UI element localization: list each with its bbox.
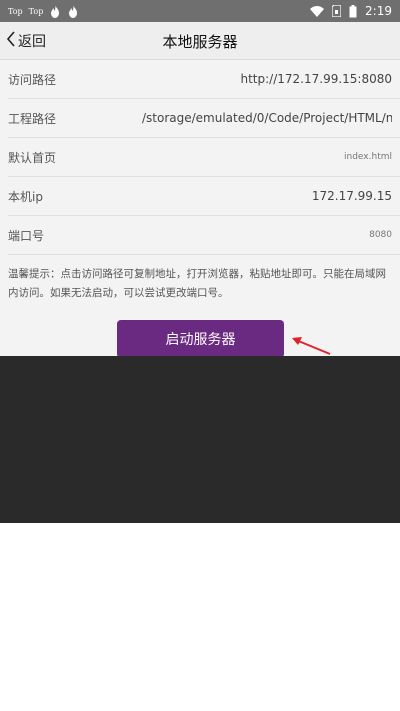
server-info-list: 访问路径 http://172.17.99.15:8080 工程路径 /stor… <box>0 60 400 255</box>
status-tag: Top <box>28 6 44 16</box>
start-server-button[interactable]: 启动服务器 <box>117 320 284 358</box>
status-bar: Top Top 2:19 <box>0 0 400 22</box>
status-tag: Top <box>8 6 23 16</box>
local-ip-row: 本机ip 172.17.99.15 <box>8 177 400 216</box>
port-row[interactable]: 端口号 8080 <box>8 216 400 255</box>
back-button[interactable]: 返回 <box>6 22 46 60</box>
fire-icon <box>67 4 79 18</box>
port-label: 端口号 <box>8 228 45 243</box>
access-path-value[interactable]: http://172.17.99.15:8080 <box>241 72 393 86</box>
page-title: 本地服务器 <box>162 32 238 51</box>
battery-icon <box>349 4 357 18</box>
bottom-area <box>0 523 400 711</box>
default-page-label: 默认首页 <box>8 150 57 165</box>
chevron-left-icon <box>6 31 16 51</box>
access-path-label: 访问路径 <box>8 72 57 87</box>
annotation-arrow-icon <box>292 337 331 355</box>
wifi-icon <box>310 5 325 17</box>
project-path-label: 工程路径 <box>8 111 57 126</box>
nav-bar: 返回 本地服务器 <box>0 22 400 60</box>
access-path-row[interactable]: 访问路径 http://172.17.99.15:8080 <box>8 60 400 99</box>
back-label: 返回 <box>18 34 46 50</box>
project-path-row[interactable]: 工程路径 /storage/emulated/0/Code/Project/HT… <box>8 99 400 138</box>
project-path-value: /storage/emulated/0/Code/Project/HTML/nn <box>142 111 392 125</box>
local-ip-label: 本机ip <box>8 189 43 204</box>
dark-panel <box>0 356 400 523</box>
default-page-value: index.html <box>344 152 392 162</box>
tip-text: 温馨提示：点击访问路径可复制地址，打开浏览器，粘贴地址即可。只能在局域网内访问。… <box>0 255 400 313</box>
status-left: Top Top <box>8 4 79 18</box>
local-ip-value: 172.17.99.15 <box>311 189 392 203</box>
default-page-row[interactable]: 默认首页 index.html <box>8 138 400 177</box>
sim-card-icon <box>332 5 342 17</box>
status-time: 2:19 <box>365 4 392 18</box>
status-right: 2:19 <box>310 4 392 18</box>
fire-icon <box>49 4 61 18</box>
port-value: 8080 <box>369 230 392 240</box>
